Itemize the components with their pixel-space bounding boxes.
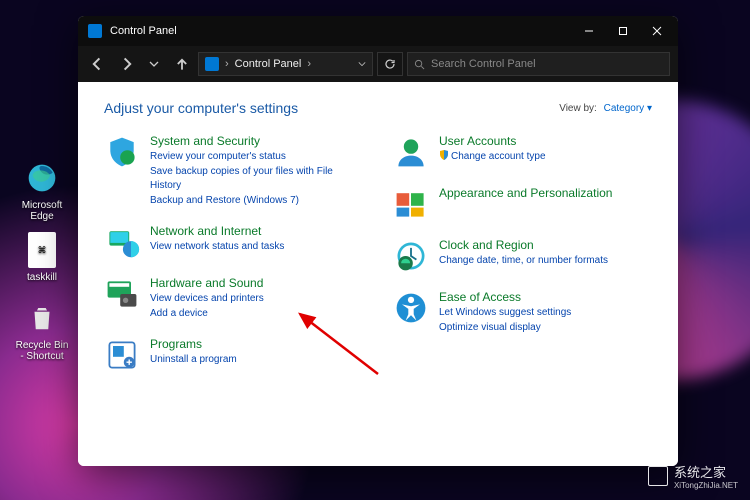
cat-link[interactable]: Change date, time, or number formats bbox=[439, 254, 608, 269]
page-title: Adjust your computer's settings bbox=[104, 100, 298, 116]
appearance-icon bbox=[393, 186, 429, 222]
app-icon bbox=[88, 24, 102, 38]
cat-link[interactable]: Let Windows suggest settings bbox=[439, 306, 571, 321]
cat-title[interactable]: Network and Internet bbox=[150, 224, 284, 238]
cat-link[interactable]: Save backup copies of your files with Fi… bbox=[150, 165, 363, 194]
clock-icon bbox=[393, 238, 429, 274]
cat-programs: Programs Uninstall a program bbox=[104, 337, 363, 373]
cat-clock-region: Clock and Region Change date, time, or n… bbox=[393, 238, 652, 274]
left-column: System and Security Review your computer… bbox=[104, 134, 363, 389]
recent-button[interactable] bbox=[142, 52, 166, 76]
cat-system-security: System and Security Review your computer… bbox=[104, 134, 363, 208]
titlebar[interactable]: Control Panel bbox=[78, 16, 678, 46]
back-button[interactable] bbox=[86, 52, 110, 76]
recycle-bin-icon bbox=[24, 300, 60, 336]
cat-title[interactable]: Ease of Access bbox=[439, 290, 571, 304]
cat-link[interactable]: Uninstall a program bbox=[150, 353, 237, 368]
desktop-icon-recycle[interactable]: Recycle Bin - Shortcut bbox=[14, 300, 70, 362]
watermark: 系统之家 XiTongZhiJia.NET bbox=[648, 462, 738, 490]
close-button[interactable] bbox=[640, 16, 674, 46]
right-column: User Accounts Change account type Appear… bbox=[393, 134, 652, 389]
view-by-dropdown[interactable]: Category ▾ bbox=[604, 103, 652, 114]
cat-link[interactable]: Backup and Restore (Windows 7) bbox=[150, 194, 363, 209]
programs-icon bbox=[104, 337, 140, 373]
shield-icon bbox=[104, 134, 140, 170]
search-icon bbox=[414, 59, 425, 70]
search-placeholder: Search Control Panel bbox=[431, 58, 536, 70]
search-input[interactable]: Search Control Panel bbox=[407, 52, 670, 76]
maximize-button[interactable] bbox=[606, 16, 640, 46]
desktop-icon-recycle-label: Recycle Bin - Shortcut bbox=[16, 340, 69, 362]
chevron-down-icon[interactable] bbox=[358, 60, 366, 68]
watermark-logo bbox=[648, 466, 668, 486]
user-icon bbox=[393, 134, 429, 170]
desktop-icon-taskkill[interactable]: ⌘ taskkill bbox=[14, 232, 70, 283]
cat-link[interactable]: Add a device bbox=[150, 307, 264, 322]
cat-title[interactable]: Appearance and Personalization bbox=[439, 186, 612, 200]
hardware-icon bbox=[104, 276, 140, 312]
desktop-icon-edge[interactable]: Microsoft Edge bbox=[14, 160, 70, 222]
cat-title[interactable]: User Accounts bbox=[439, 134, 546, 148]
cat-link[interactable]: Review your computer's status bbox=[150, 150, 363, 165]
address-bar[interactable]: › Control Panel › bbox=[198, 52, 373, 76]
cat-ease-access: Ease of Access Let Windows suggest setti… bbox=[393, 290, 652, 335]
address-icon bbox=[205, 57, 219, 71]
cat-link[interactable]: Optimize visual display bbox=[439, 321, 571, 336]
cat-hardware-sound: Hardware and Sound View devices and prin… bbox=[104, 276, 363, 321]
breadcrumb[interactable]: Control Panel bbox=[235, 58, 302, 70]
cat-title[interactable]: Programs bbox=[150, 337, 237, 351]
control-panel-window: Control Panel › Control Panel › Search C… bbox=[78, 16, 678, 466]
minimize-button[interactable] bbox=[572, 16, 606, 46]
desktop-icon-edge-label: Microsoft Edge bbox=[22, 200, 63, 222]
cat-user-accounts: User Accounts Change account type bbox=[393, 134, 652, 170]
cat-title[interactable]: Hardware and Sound bbox=[150, 276, 264, 290]
cat-appearance: Appearance and Personalization bbox=[393, 186, 652, 222]
refresh-button[interactable] bbox=[377, 52, 403, 76]
content-area: Adjust your computer's settings View by:… bbox=[78, 82, 678, 466]
desktop-icon-taskkill-label: taskkill bbox=[27, 272, 57, 283]
cat-link[interactable]: View network status and tasks bbox=[150, 240, 284, 255]
cat-title[interactable]: System and Security bbox=[150, 134, 363, 148]
forward-button[interactable] bbox=[114, 52, 138, 76]
cat-network: Network and Internet View network status… bbox=[104, 224, 363, 260]
ease-access-icon bbox=[393, 290, 429, 326]
up-button[interactable] bbox=[170, 52, 194, 76]
file-icon: ⌘ bbox=[28, 232, 56, 268]
cat-link[interactable]: View devices and printers bbox=[150, 292, 264, 307]
window-title: Control Panel bbox=[110, 25, 177, 37]
uac-shield-icon bbox=[439, 150, 449, 160]
cat-title[interactable]: Clock and Region bbox=[439, 238, 608, 252]
cat-link[interactable]: Change account type bbox=[439, 150, 546, 165]
network-icon bbox=[104, 224, 140, 260]
navbar: › Control Panel › Search Control Panel bbox=[78, 46, 678, 82]
view-by: View by: Category ▾ bbox=[559, 103, 652, 114]
